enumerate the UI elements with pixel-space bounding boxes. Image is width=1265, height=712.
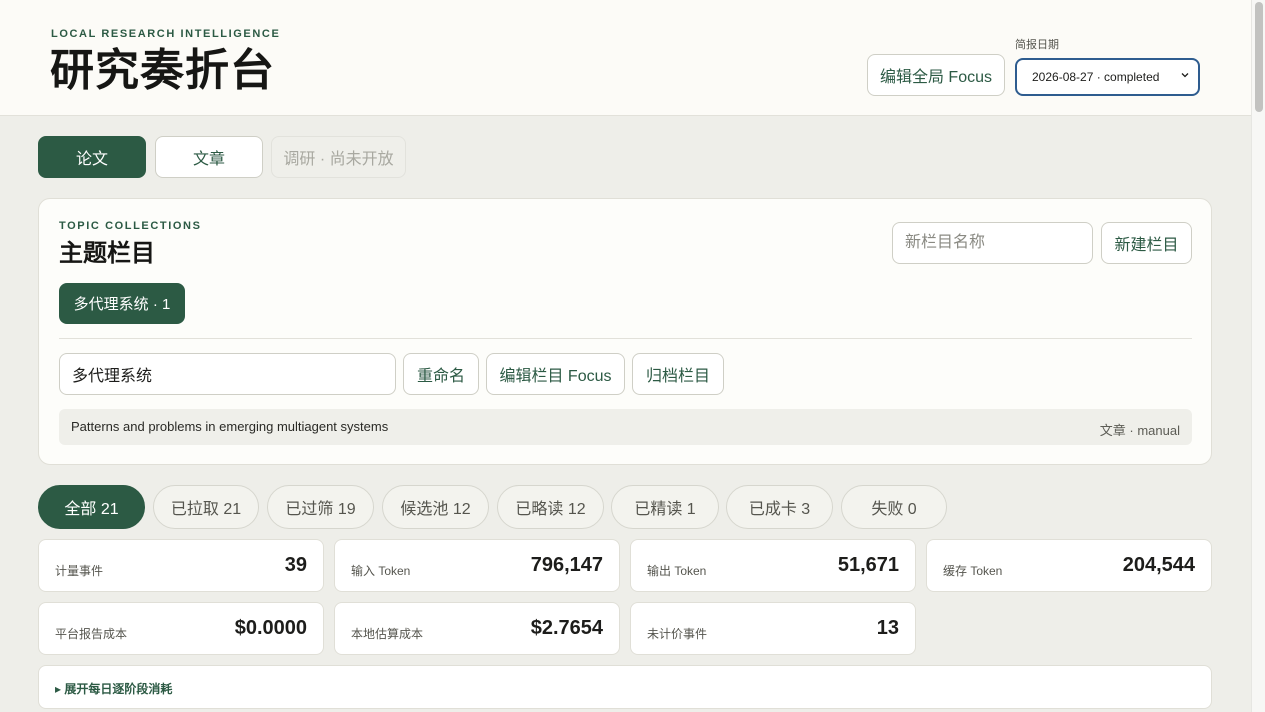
topic-collections-eyebrow: TOPIC COLLECTIONS [59, 220, 202, 232]
chevron-down-icon [1181, 73, 1189, 78]
metric-value: 51,671 [837, 554, 899, 576]
metric-card-input-tokens: 输入 Token 796,147 [334, 539, 620, 592]
filter-skimmed[interactable]: 已略读 12 [497, 485, 604, 529]
metric-label: 未计价事件 [647, 627, 708, 641]
metric-label: 计量事件 [55, 564, 104, 578]
metric-card-output-tokens: 输出 Token 51,671 [630, 539, 916, 592]
topic-description-bar: Patterns and problems in emerging multia… [59, 409, 1192, 445]
metric-label: 本地估算成本 [351, 627, 424, 641]
filter-fetched[interactable]: 已拉取 21 [153, 485, 259, 529]
app-eyebrow: LOCAL RESEARCH INTELLIGENCE [51, 28, 281, 40]
filter-deep-read[interactable]: 已精读 1 [611, 485, 719, 529]
rename-topic-button[interactable]: 重命名 [403, 353, 479, 395]
tab-articles[interactable]: 文章 [155, 136, 263, 178]
page-scrollbar[interactable] [1251, 0, 1265, 712]
archive-topic-button[interactable]: 归档栏目 [632, 353, 724, 395]
filter-candidates[interactable]: 候选池 12 [382, 485, 489, 529]
filter-all[interactable]: 全部 21 [38, 485, 145, 529]
metric-card-cache-tokens: 缓存 Token 204,544 [926, 539, 1212, 592]
metric-label: 输出 Token [647, 564, 707, 578]
metric-label: 缓存 Token [943, 564, 1003, 578]
edit-topic-focus-button[interactable]: 编辑栏目 Focus [486, 353, 625, 395]
app-header: LOCAL RESEARCH INTELLIGENCE 研究奏折台 编辑全局 F… [0, 0, 1251, 116]
metric-value: 39 [284, 554, 307, 576]
new-topic-name-input[interactable] [892, 222, 1093, 264]
briefing-date-label: 简报日期 [1015, 39, 1059, 51]
metric-label: 平台报告成本 [55, 627, 128, 641]
topic-source-meta: 文章 · manual [1099, 423, 1180, 438]
metric-card-events: 计量事件 39 [38, 539, 324, 592]
topic-name-input[interactable] [59, 353, 396, 395]
tab-surveys-disabled: 调研 · 尚未开放 [271, 136, 406, 178]
briefing-date-value: 2026-08-27 · completed [1032, 70, 1160, 84]
briefing-date-select[interactable]: 2026-08-27 · completed [1015, 58, 1200, 96]
metric-value: 13 [876, 617, 899, 639]
metric-value: $0.0000 [234, 617, 307, 639]
metric-card-platform-cost: 平台报告成本 $0.0000 [38, 602, 324, 655]
topic-collections-card: TOPIC COLLECTIONS 主题栏目 新建栏目 多代理系统 · 1 重命… [38, 198, 1212, 465]
filter-failed[interactable]: 失败 0 [841, 485, 947, 529]
tab-papers[interactable]: 论文 [38, 136, 146, 178]
daily-stage-usage-toggle[interactable]: ▸ 展开每日逐阶段消耗 [38, 665, 1212, 709]
card-divider [59, 338, 1192, 339]
app-title: 研究奏折台 [50, 45, 275, 96]
topic-collections-title: 主题栏目 [59, 238, 155, 267]
topic-description: Patterns and problems in emerging multia… [71, 419, 389, 434]
edit-global-focus-button[interactable]: 编辑全局 Focus [867, 54, 1005, 96]
metric-value: 796,147 [530, 554, 603, 576]
metric-card-unpriced-events: 未计价事件 13 [630, 602, 916, 655]
topic-chip-multiagent[interactable]: 多代理系统 · 1 [59, 283, 185, 324]
daily-stage-usage-label: ▸ 展开每日逐阶段消耗 [55, 682, 173, 696]
metric-value: 204,544 [1122, 554, 1195, 576]
create-topic-button[interactable]: 新建栏目 [1101, 222, 1192, 264]
filter-carded[interactable]: 已成卡 3 [726, 485, 833, 529]
filter-screened[interactable]: 已过筛 19 [267, 485, 374, 529]
metric-card-local-cost: 本地估算成本 $2.7654 [334, 602, 620, 655]
scrollbar-thumb[interactable] [1255, 2, 1263, 112]
metric-value: $2.7654 [530, 617, 603, 639]
metric-label: 输入 Token [351, 564, 411, 578]
